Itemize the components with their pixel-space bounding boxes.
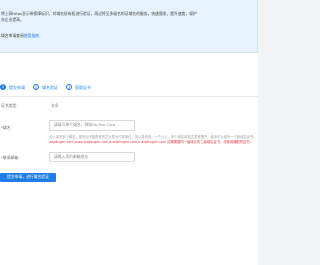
step-indicator: 1 提交申请 2 域名验证 3 获取证书 bbox=[0, 82, 258, 92]
step-number: 2 bbox=[33, 84, 39, 90]
step-label: 获取证书 bbox=[75, 84, 91, 90]
step-label: 域名验证 bbox=[42, 84, 58, 90]
notice-text: 域名审请查阅 bbox=[1, 33, 24, 38]
email-input[interactable]: 请输入您的邮箱地址 bbox=[49, 152, 135, 162]
cert-type-label: 证书类型： bbox=[1, 103, 20, 108]
cert-type-value: 非多 bbox=[51, 103, 59, 108]
email-placeholder: 请输入您的邮箱地址 bbox=[54, 153, 89, 159]
step-submit: 1 提交申请 bbox=[0, 84, 25, 90]
info-notice: 将上网https显示带保障标识，对域名所有权进行验证，再过将至多级名的证域名的服… bbox=[0, 0, 258, 53]
step-certificate: 3 获取证书 bbox=[66, 84, 91, 90]
domain-hint-example: adjetugen.com,www.adjetugen.com,a.adjetu… bbox=[49, 140, 253, 144]
domain-label: *域名： bbox=[1, 125, 15, 130]
domain-hint: 可以填写多个域名，填写后不能再修改并计算为付费单位，请认真检查。一个以上，多个域… bbox=[49, 135, 257, 139]
divider bbox=[0, 96, 258, 97]
notice-line-3: 域名审请查阅使用指南 bbox=[1, 33, 39, 39]
step-number: 1 bbox=[0, 84, 6, 90]
notice-line-1: 将上网https显示带保障标识，对域名所有权进行验证，再过将至多级名的证域名的服… bbox=[1, 11, 197, 16]
guide-link[interactable]: 使用指南 bbox=[24, 33, 39, 38]
email-label: *联系邮箱： bbox=[1, 155, 22, 160]
domain-placeholder: 请填写单个域名，例如Ok.Pon.Com bbox=[54, 122, 116, 128]
step-label: 提交申请 bbox=[9, 84, 25, 90]
step-number: 3 bbox=[66, 84, 72, 90]
step-verify: 2 域名验证 bbox=[33, 84, 58, 90]
notice-line-2: 办企业提高。 bbox=[1, 17, 24, 22]
submit-button[interactable]: 提交申请，进行域名验证 bbox=[0, 173, 56, 182]
domain-input[interactable]: 请填写单个域名，例如Ok.Pon.Com bbox=[49, 120, 135, 131]
